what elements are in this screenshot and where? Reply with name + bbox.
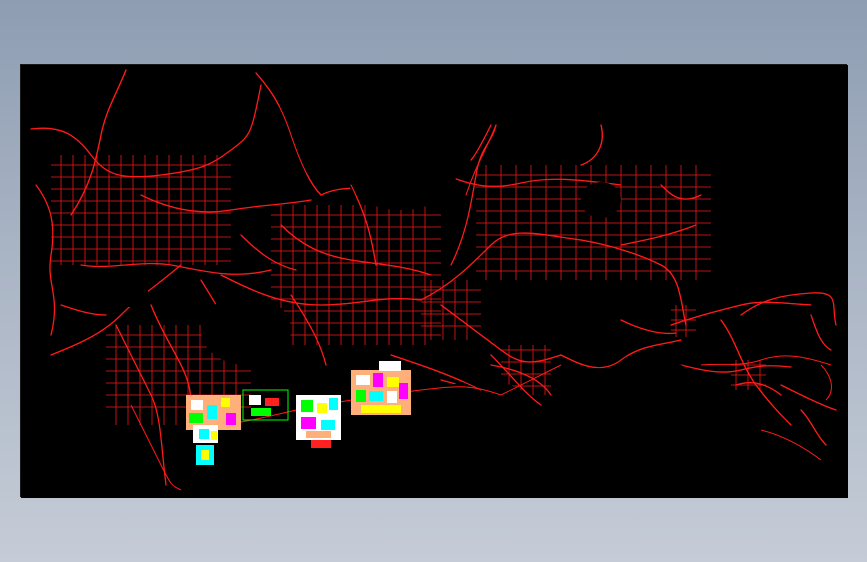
cad-drawing-viewport[interactable] — [20, 64, 848, 498]
road-network-map — [21, 65, 848, 498]
